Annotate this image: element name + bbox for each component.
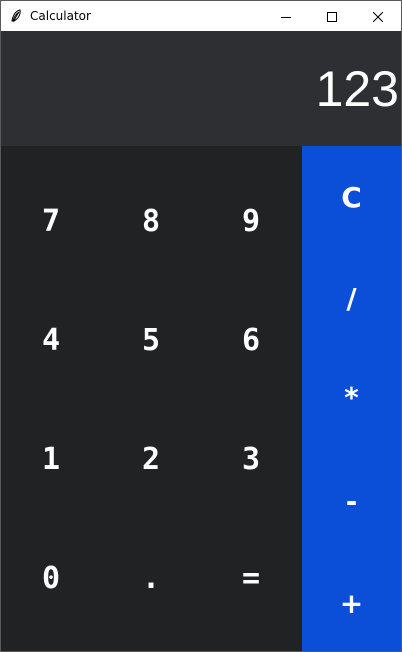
subtract-button[interactable]: - xyxy=(302,446,401,556)
maximize-icon xyxy=(327,7,337,26)
minimize-icon xyxy=(281,7,291,26)
window-controls xyxy=(263,1,401,31)
key-7[interactable]: 7 xyxy=(1,162,101,281)
key-decimal[interactable]: . xyxy=(101,519,201,638)
display-panel: 123 xyxy=(1,31,401,146)
key-equals[interactable]: = xyxy=(201,519,301,638)
key-8[interactable]: 8 xyxy=(101,162,201,281)
close-icon xyxy=(372,7,384,26)
divide-button[interactable]: / xyxy=(302,248,401,348)
key-4[interactable]: 4 xyxy=(1,281,101,400)
clear-button[interactable]: C xyxy=(302,146,401,248)
minimize-button[interactable] xyxy=(263,1,309,31)
key-1[interactable]: 1 xyxy=(1,400,101,519)
add-button[interactable]: + xyxy=(302,556,401,651)
number-keypad: 7 8 9 4 5 6 1 2 3 0 . = xyxy=(1,146,302,651)
key-0[interactable]: 0 xyxy=(1,519,101,638)
maximize-button[interactable] xyxy=(309,1,355,31)
close-button[interactable] xyxy=(355,1,401,31)
operator-panel: C / * - + xyxy=(302,146,401,651)
key-3[interactable]: 3 xyxy=(201,400,301,519)
title-bar: Calculator xyxy=(1,1,401,31)
key-9[interactable]: 9 xyxy=(201,162,301,281)
calculator-window: Calculator 123 7 8 9 4 5 6 1 2 3 0 . = C… xyxy=(0,0,402,652)
key-6[interactable]: 6 xyxy=(201,281,301,400)
feather-icon xyxy=(10,9,22,23)
display-value: 123 xyxy=(315,61,399,117)
key-2[interactable]: 2 xyxy=(101,400,201,519)
window-title: Calculator xyxy=(30,9,91,23)
key-5[interactable]: 5 xyxy=(101,281,201,400)
multiply-button[interactable]: * xyxy=(302,348,401,446)
